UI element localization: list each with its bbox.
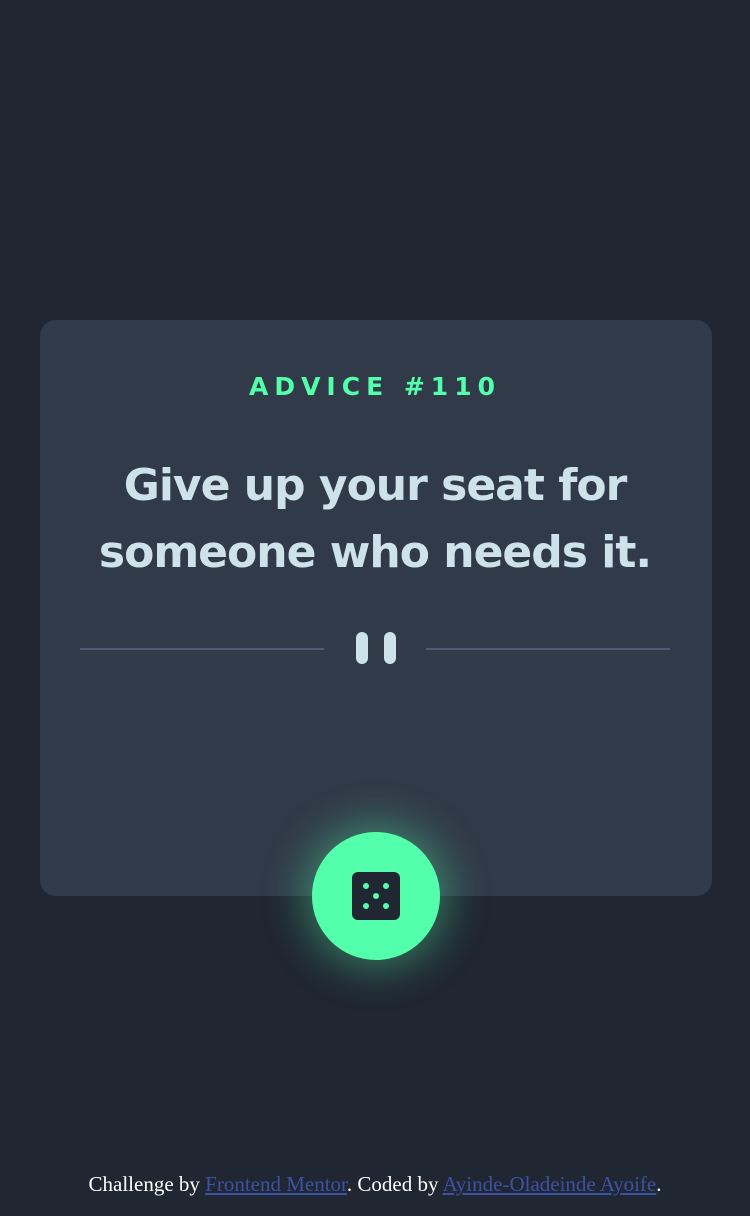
pause-icon (356, 632, 396, 664)
advice-quote: Give up your seat for someone who needs … (98, 460, 652, 578)
attribution: Challenge by Frontend Mentor. Coded by A… (0, 1171, 750, 1197)
dice-icon (352, 872, 400, 920)
new-advice-button[interactable] (312, 832, 440, 960)
attribution-middle: . Coded by (346, 1172, 443, 1196)
advice-id: ADVICE #110 (248, 372, 501, 401)
attribution-prefix: Challenge by (88, 1172, 206, 1196)
advice-card (40, 320, 712, 896)
attribution-suffix: . (656, 1172, 662, 1196)
frontend-mentor-link[interactable]: Frontend Mentor (205, 1172, 347, 1196)
divider-line-left (80, 648, 324, 650)
author-link[interactable]: Ayinde-Oladeinde Ayoife (443, 1172, 657, 1196)
divider-line-right (426, 648, 670, 650)
